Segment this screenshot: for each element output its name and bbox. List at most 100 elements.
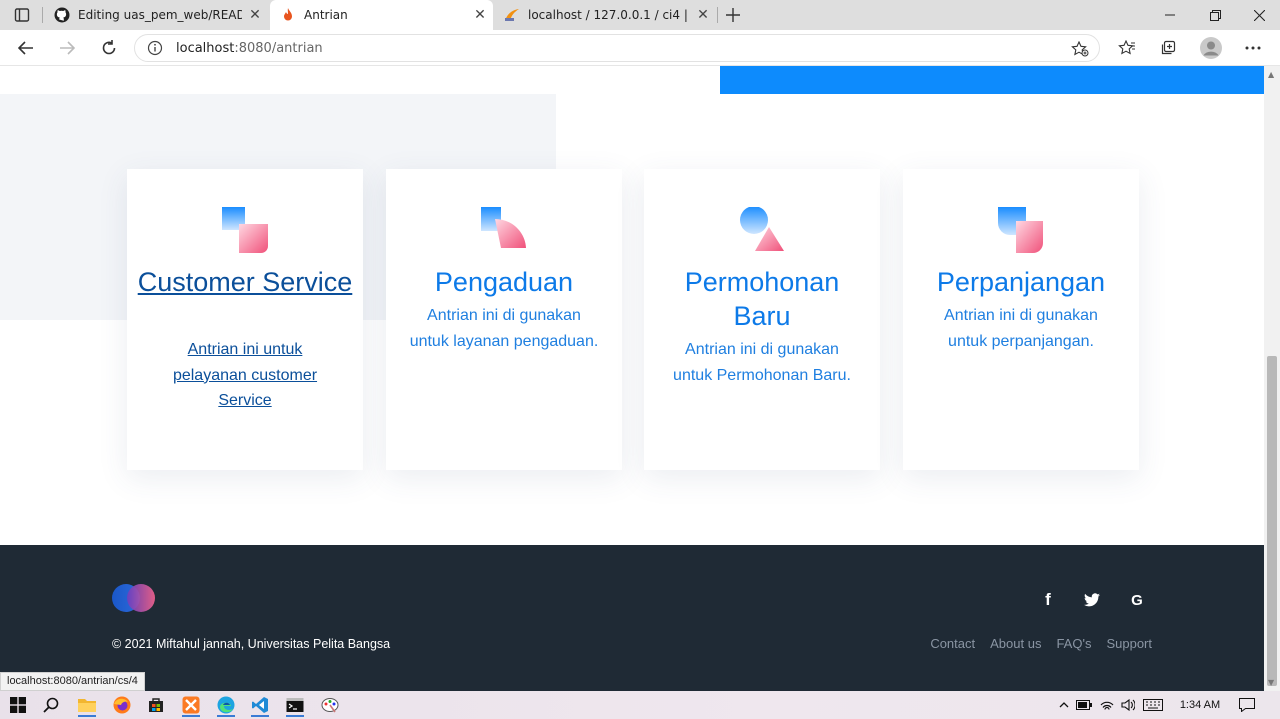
service-shape-icon — [222, 207, 268, 253]
facebook-link[interactable]: f — [1037, 589, 1059, 611]
service-card-customer-service[interactable]: Customer Service Antrian ini untuk pelay… — [127, 169, 363, 470]
tab-github[interactable]: Editing uas_pem_web/README.m ✕ — [44, 0, 268, 30]
tab-title: Editing uas_pem_web/README.m — [78, 8, 242, 22]
taskbar-edge[interactable] — [211, 693, 241, 717]
card-title: Permohonan Baru — [684, 267, 840, 331]
plus-icon — [726, 8, 740, 22]
tab-phpmyadmin[interactable]: localhost / 127.0.0.1 / ci4 | phpM ✕ — [494, 0, 716, 30]
footer-links: Contact About us FAQ's Support — [930, 636, 1152, 651]
url-host: localhost — [176, 40, 235, 56]
battery-icon[interactable] — [1072, 700, 1096, 710]
minimize-icon — [1165, 14, 1175, 16]
collections-button[interactable] — [1153, 33, 1183, 63]
collections-icon — [1161, 40, 1176, 55]
card-title: Pengaduan — [434, 267, 574, 297]
forward-button[interactable] — [52, 33, 82, 63]
taskbar-paint[interactable] — [315, 693, 345, 717]
footer-link-support[interactable]: Support — [1106, 636, 1152, 651]
edge-icon — [217, 696, 235, 714]
refresh-icon — [102, 40, 116, 55]
tab-close-icon[interactable]: ✕ — [242, 7, 268, 23]
service-card-permohonan-baru[interactable]: Permohonan Baru Antrian ini di gunakan u… — [644, 169, 880, 470]
flame-icon — [280, 7, 296, 23]
taskbar-firefox[interactable] — [107, 693, 137, 717]
twitter-icon — [1084, 593, 1100, 607]
taskbar-xampp[interactable] — [176, 693, 206, 717]
windows-taskbar: 1:34 AM — [0, 691, 1280, 719]
refresh-button[interactable] — [94, 33, 124, 63]
wifi-icon[interactable] — [1096, 699, 1118, 711]
minimize-button[interactable] — [1148, 0, 1192, 30]
notifications-icon[interactable] — [1234, 698, 1260, 712]
system-tray: 1:34 AM — [1056, 691, 1260, 719]
footer-link-faq[interactable]: FAQ's — [1056, 636, 1091, 651]
tab-close-icon[interactable]: ✕ — [467, 7, 493, 23]
ellipsis-icon — [1245, 46, 1261, 50]
footer-link-contact[interactable]: Contact — [930, 636, 975, 651]
store-icon — [149, 698, 163, 712]
taskbar-vscode[interactable] — [245, 693, 275, 717]
brand-logo[interactable] — [112, 582, 158, 614]
site-footer: © 2021 Miftahul jannah, Universitas Peli… — [0, 545, 1264, 691]
keyboard-icon[interactable] — [1138, 699, 1168, 711]
new-tab-button[interactable] — [722, 5, 744, 25]
add-favorite-icon[interactable] — [1071, 40, 1089, 57]
vscode-icon — [252, 697, 268, 713]
tab-separator — [717, 7, 718, 23]
volume-icon[interactable] — [1118, 699, 1138, 711]
tab-antrian[interactable]: Antrian ✕ — [270, 0, 493, 30]
card-description: Antrian ini di gunakan untuk layanan pen… — [409, 307, 599, 350]
search-icon — [43, 697, 59, 713]
info-icon[interactable] — [147, 40, 163, 56]
tab-title: localhost / 127.0.0.1 / ci4 | phpM — [528, 8, 690, 22]
profile-button[interactable] — [1196, 33, 1226, 63]
page-viewport: Customer Service Antrian ini untuk pelay… — [0, 66, 1264, 691]
xampp-icon — [182, 696, 200, 714]
taskbar-file-explorer[interactable] — [72, 693, 102, 717]
card-description: Antrian ini di gunakan untuk perpanjanga… — [944, 307, 1098, 350]
scrollbar-thumb[interactable] — [1267, 356, 1277, 686]
tab-actions-button[interactable] — [14, 7, 30, 23]
footer-link-about[interactable]: About us — [990, 636, 1041, 651]
back-button[interactable] — [11, 33, 41, 63]
chevron-up-icon[interactable] — [1056, 702, 1072, 708]
scroll-up-icon[interactable]: ▲ — [1268, 70, 1274, 79]
google-link[interactable]: G — [1126, 589, 1148, 611]
window-close-button[interactable] — [1237, 0, 1280, 30]
card-description: Antrian ini di gunakan untuk Permohonan … — [673, 341, 851, 384]
search-button[interactable] — [36, 693, 66, 717]
tab-title: Antrian — [304, 8, 348, 22]
card-title: Perpanjangan — [936, 267, 1106, 297]
close-icon — [1253, 9, 1265, 21]
twitter-link[interactable]: t — [1081, 589, 1103, 611]
taskbar-store[interactable] — [141, 693, 171, 717]
start-button[interactable] — [3, 693, 33, 717]
back-arrow-icon — [18, 41, 33, 55]
forward-arrow-icon — [60, 41, 75, 55]
more-menu-button[interactable] — [1238, 33, 1268, 63]
facebook-icon: f — [1045, 590, 1051, 609]
tab-separator — [42, 7, 43, 23]
card-description[interactable]: Antrian ini untuk pelayanan customer Ser… — [149, 337, 341, 414]
firefox-icon — [113, 696, 131, 714]
link-status-url: localhost:8080/antrian/cs/4 — [0, 672, 145, 691]
tab-actions-icon — [14, 8, 30, 22]
restore-icon — [1209, 9, 1221, 21]
windows-icon — [10, 697, 26, 713]
github-icon — [54, 7, 70, 23]
taskbar-terminal[interactable] — [280, 693, 310, 717]
page-scrollbar[interactable]: ▲ ▼ — [1264, 66, 1280, 691]
tab-strip: Editing uas_pem_web/README.m ✕ Antrian ✕… — [0, 0, 1280, 30]
tab-close-icon[interactable]: ✕ — [690, 7, 716, 23]
folder-icon — [78, 699, 96, 712]
scroll-down-icon[interactable]: ▼ — [1268, 678, 1274, 687]
clock-time[interactable]: 1:34 AM — [1174, 699, 1226, 711]
service-shape-icon — [481, 207, 526, 248]
favorites-icon — [1118, 40, 1135, 55]
restore-button[interactable] — [1193, 0, 1237, 30]
card-title[interactable]: Customer Service — [137, 265, 353, 299]
service-card-pengaduan[interactable]: Pengaduan Antrian ini di gunakan untuk l… — [386, 169, 622, 470]
address-bar[interactable]: localhost:8080/antrian — [134, 34, 1100, 62]
service-card-perpanjangan[interactable]: Perpanjangan Antrian ini di gunakan untu… — [903, 169, 1139, 470]
favorites-button[interactable] — [1112, 33, 1142, 63]
